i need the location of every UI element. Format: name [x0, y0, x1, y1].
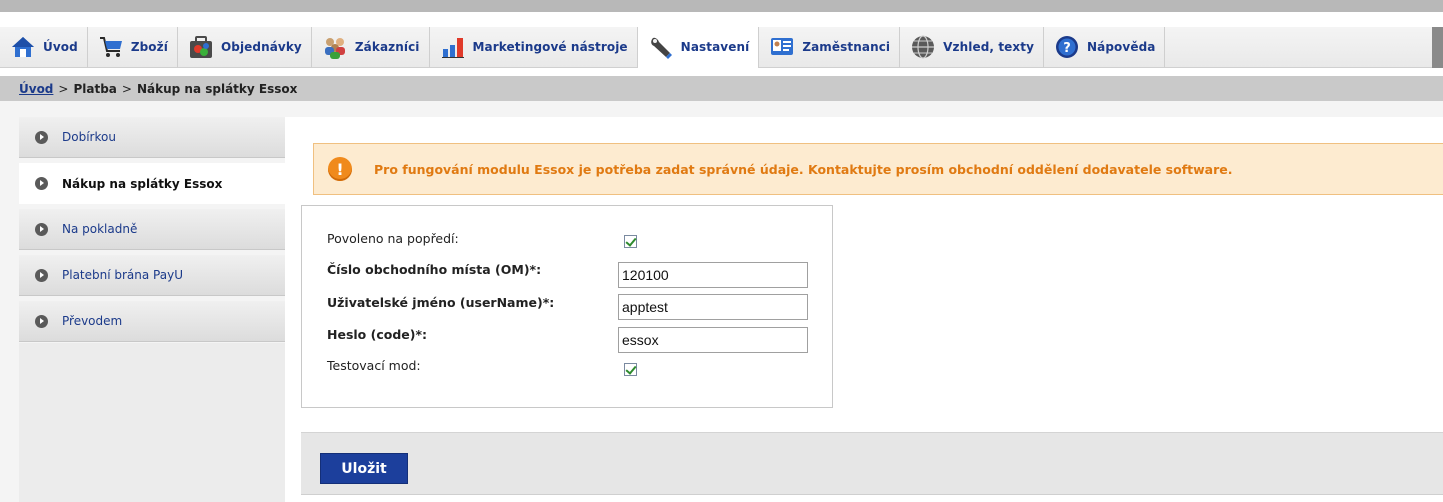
nav-item-customers[interactable]: Zákazníci	[312, 26, 430, 68]
code-input[interactable]	[618, 327, 808, 353]
wrench-icon	[648, 34, 674, 60]
nav-label: Nastavení	[680, 40, 750, 54]
top-strip	[0, 0, 1443, 12]
nav-item-marketing[interactable]: Marketingové nástroje	[430, 26, 638, 68]
sidebar-item-cash-on-delivery[interactable]: Dobírkou	[19, 117, 285, 158]
arrow-bullet-icon	[35, 222, 48, 236]
warning-text: Pro fungování modulu Essox je potřeba za…	[374, 161, 1233, 177]
sidebar-background	[19, 343, 285, 502]
om-label: Číslo obchodního místa (OM)*:	[327, 262, 542, 277]
breadcrumb-separator: >	[121, 81, 132, 96]
sidebar-item-label: Na pokladně	[62, 222, 138, 236]
username-label: Uživatelské jméno (userName)*:	[327, 295, 555, 310]
form-row-test-mode: Testovací mod:	[327, 358, 421, 373]
arrow-bullet-icon	[35, 268, 48, 282]
nav-label: Nápověda	[1087, 40, 1156, 54]
enabled-checkbox[interactable]	[624, 235, 637, 248]
breadcrumb-separator: >	[58, 81, 69, 96]
nav-label: Zboží	[130, 40, 168, 54]
arrow-bullet-icon	[35, 314, 48, 328]
employees-icon	[769, 34, 795, 60]
sidebar-item-label: Dobírkou	[62, 130, 116, 144]
form-row-username: Uživatelské jméno (userName)*:	[327, 295, 554, 310]
test-mode-label: Testovací mod:	[327, 358, 421, 373]
nav-item-settings[interactable]: Nastavení	[637, 26, 760, 68]
save-button[interactable]: Uložit	[320, 453, 408, 484]
om-input[interactable]	[618, 262, 808, 288]
nav-label: Zákazníci	[354, 40, 420, 54]
form-row-code: Heslo (code)*:	[327, 327, 427, 342]
nav-label: Úvod	[43, 40, 78, 54]
sidebar-item-payu-gateway[interactable]: Platební brána PayU	[19, 255, 285, 296]
nav-label: Marketingové nástroje	[472, 40, 628, 54]
breadcrumb-home-link[interactable]: Úvod	[19, 82, 53, 96]
globe-icon	[910, 34, 936, 60]
nav-label: Vzhled, texty	[943, 40, 1035, 54]
main-navigation: Úvod Zboží Objednávky Zákazníci Marketin…	[0, 26, 1443, 68]
essox-settings-form: Povoleno na popředí: Číslo obchodního mí…	[301, 205, 833, 408]
nav-end-cap	[1432, 27, 1443, 68]
svg-text:?: ?	[1063, 41, 1071, 56]
breadcrumb-level: Platba	[73, 81, 117, 96]
form-row-om: Číslo obchodního místa (OM)*:	[327, 262, 541, 277]
sidebar-item-pay-at-counter[interactable]: Na pokladně	[19, 209, 285, 250]
sidebar-item-label: Nákup na splátky Essox	[62, 176, 223, 191]
customers-icon	[322, 34, 348, 60]
username-input[interactable]	[618, 294, 808, 320]
cart-icon	[98, 34, 124, 60]
bottom-divider	[301, 494, 1443, 495]
nav-item-products[interactable]: Zboží	[88, 26, 178, 68]
sidebar-item-bank-transfer[interactable]: Převodem	[19, 301, 285, 342]
arrow-bullet-icon	[35, 177, 48, 190]
save-bar	[301, 432, 1443, 494]
warning-banner: ! Pro fungování modulu Essox je potřeba …	[313, 143, 1443, 195]
sidebar-item-essox-installments[interactable]: Nákup na splátky Essox	[19, 163, 304, 204]
nav-label: Objednávky	[220, 40, 302, 54]
nav-item-home[interactable]: Úvod	[0, 26, 88, 68]
nav-item-orders[interactable]: Objednávky	[178, 26, 312, 68]
code-label: Heslo (code)*:	[327, 327, 427, 342]
breadcrumb: Úvod > Platba > Nákup na splátky Essox	[0, 76, 1443, 101]
orders-icon	[188, 34, 214, 60]
nav-item-help[interactable]: ? Nápověda	[1044, 26, 1166, 68]
enabled-label: Povoleno na popředí:	[327, 231, 459, 246]
sidebar-item-label: Platební brána PayU	[62, 268, 183, 282]
nav-item-appearance[interactable]: Vzhled, texty	[900, 26, 1045, 68]
sidebar-item-label: Převodem	[62, 314, 123, 328]
test-mode-checkbox[interactable]	[624, 363, 637, 376]
help-icon: ?	[1054, 34, 1080, 60]
nav-item-employees[interactable]: Zaměstnanci	[759, 26, 901, 68]
home-icon	[10, 34, 36, 60]
warning-icon: !	[328, 157, 352, 181]
form-row-enabled: Povoleno na popředí:	[327, 231, 459, 246]
payment-methods-sidebar: Dobírkou Nákup na splátky Essox Na pokla…	[19, 117, 304, 347]
marketing-chart-icon	[440, 34, 466, 60]
nav-label: Zaměstnanci	[802, 40, 891, 54]
breadcrumb-current: Nákup na splátky Essox	[136, 81, 298, 96]
arrow-bullet-icon	[35, 130, 48, 144]
